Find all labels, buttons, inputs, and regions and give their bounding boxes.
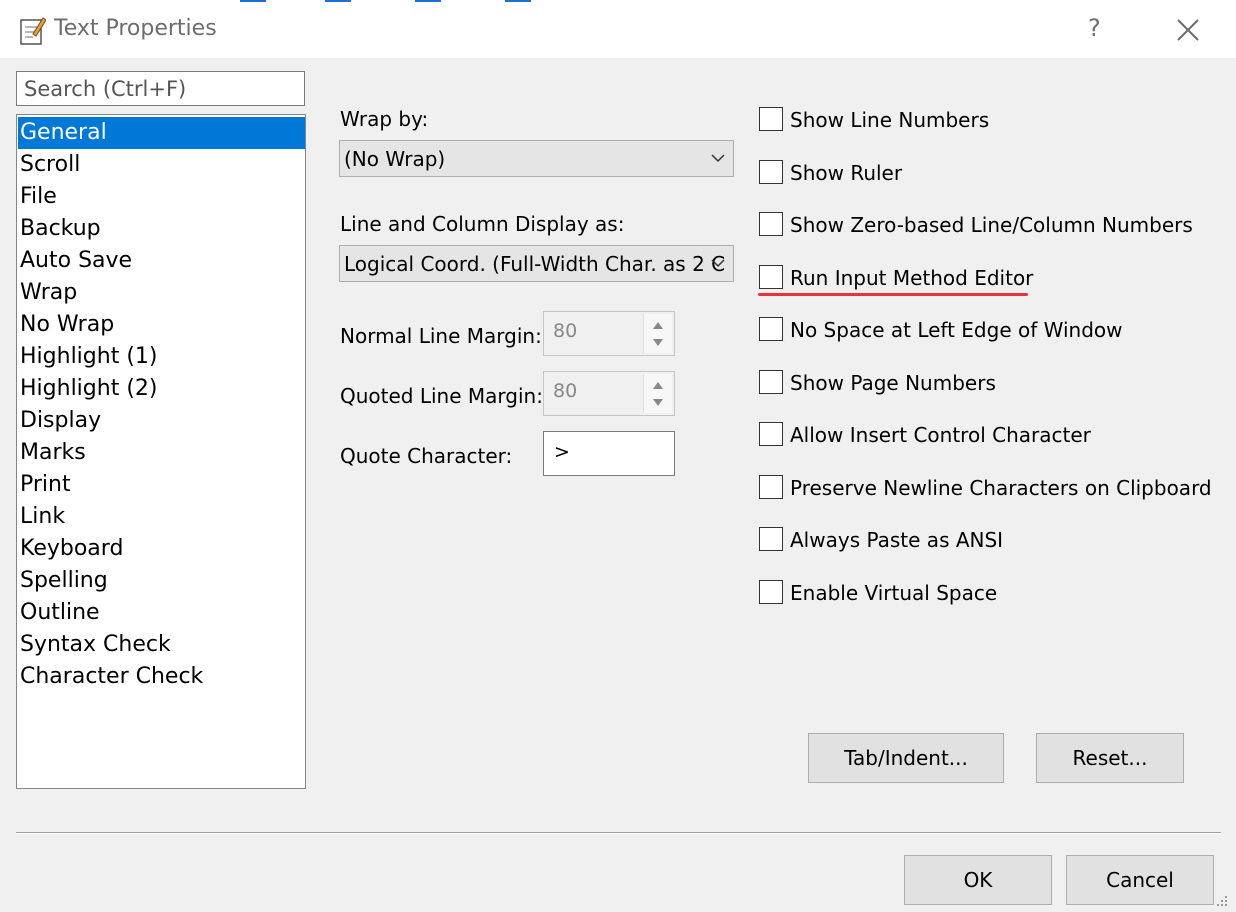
divider-highlight xyxy=(16,833,1221,834)
wrap-value: (No Wrap) xyxy=(344,147,446,171)
close-icon[interactable] xyxy=(1174,16,1202,44)
option-checkbox[interactable] xyxy=(759,160,783,184)
category-item[interactable]: Marks xyxy=(18,437,305,469)
option-label[interactable]: Preserve Newline Characters on Clipboard xyxy=(790,476,1212,500)
option-label[interactable]: Allow Insert Control Character xyxy=(790,423,1091,447)
chevron-down-icon xyxy=(711,154,725,163)
ok-button[interactable]: OK xyxy=(904,855,1052,905)
wrap-label: Wrap by: xyxy=(340,107,429,131)
help-button[interactable]: ? xyxy=(1088,14,1101,42)
quoted-margin-label: Quoted Line Margin: xyxy=(340,384,543,408)
annotation-underline xyxy=(758,293,1028,296)
top-strip xyxy=(0,0,1236,2)
category-item[interactable]: Backup xyxy=(18,213,305,245)
quote-char-input[interactable]: > xyxy=(543,431,675,476)
category-item[interactable]: Keyboard xyxy=(18,533,305,565)
line-column-dropdown[interactable]: Logical Coord. (Full-Width Char. as 2 C xyxy=(339,245,734,282)
quoted-margin-stepper[interactable]: 80 xyxy=(543,371,675,416)
option-checkbox[interactable] xyxy=(759,317,783,341)
category-item[interactable]: Auto Save xyxy=(18,245,305,277)
option-checkbox[interactable] xyxy=(759,580,783,604)
quoted-margin-value: 80 xyxy=(553,380,578,402)
chevron-down-icon xyxy=(711,259,725,268)
reset-button[interactable]: Reset... xyxy=(1036,733,1184,783)
category-item[interactable]: General xyxy=(18,117,305,149)
category-item[interactable]: Scroll xyxy=(18,149,305,181)
option-checkbox[interactable] xyxy=(759,475,783,499)
category-item[interactable]: Outline xyxy=(18,597,305,629)
option-label[interactable]: Show Ruler xyxy=(790,161,902,185)
category-item[interactable]: Highlight (2) xyxy=(18,373,305,405)
option-label[interactable]: Run Input Method Editor xyxy=(790,266,1033,290)
category-item[interactable]: Wrap xyxy=(18,277,305,309)
category-item[interactable]: Link xyxy=(18,501,305,533)
option-label[interactable]: Always Paste as ANSI xyxy=(790,528,1003,552)
notepad-icon xyxy=(20,17,46,45)
arrow-up-icon[interactable] xyxy=(653,322,663,329)
line-column-value: Logical Coord. (Full-Width Char. as 2 C xyxy=(344,252,726,276)
stepper-buttons[interactable] xyxy=(643,314,672,353)
category-item[interactable]: File xyxy=(18,181,305,213)
normal-margin-value: 80 xyxy=(553,320,578,342)
tab-indent-button[interactable]: Tab/Indent... xyxy=(808,733,1004,783)
category-item[interactable]: Character Check xyxy=(18,661,305,693)
option-label[interactable]: Show Line Numbers xyxy=(790,108,989,132)
category-item[interactable]: Spelling xyxy=(18,565,305,597)
resize-grip-icon[interactable] xyxy=(1214,893,1230,909)
stepper-buttons[interactable] xyxy=(643,374,672,413)
option-checkbox[interactable] xyxy=(759,527,783,551)
option-label[interactable]: Enable Virtual Space xyxy=(790,581,997,605)
category-list: General Scroll File Backup Auto Save Wrap No W… xyxy=(16,114,306,789)
normal-margin-label: Normal Line Margin: xyxy=(340,324,542,348)
arrow-down-icon[interactable] xyxy=(653,339,663,346)
option-label[interactable]: Show Zero-based Line/Column Numbers xyxy=(790,213,1193,237)
option-checkbox[interactable] xyxy=(759,212,783,236)
quote-char-label: Quote Character: xyxy=(340,444,513,468)
option-checkbox[interactable] xyxy=(759,422,783,446)
search-input[interactable]: Search (Ctrl+F) xyxy=(16,71,305,106)
arrow-down-icon[interactable] xyxy=(653,399,663,406)
normal-margin-stepper[interactable]: 80 xyxy=(543,311,675,356)
arrow-up-icon[interactable] xyxy=(653,382,663,389)
wrap-dropdown[interactable]: (No Wrap) xyxy=(339,140,734,177)
option-checkbox[interactable] xyxy=(759,370,783,394)
category-item[interactable]: No Wrap xyxy=(18,309,305,341)
category-item[interactable]: Highlight (1) xyxy=(18,341,305,373)
line-column-label: Line and Column Display as: xyxy=(340,212,625,236)
option-checkbox[interactable] xyxy=(759,107,783,131)
window-title: Text Properties xyxy=(54,16,217,41)
cancel-button[interactable]: Cancel xyxy=(1066,855,1214,905)
category-item[interactable]: Print xyxy=(18,469,305,501)
option-label[interactable]: No Space at Left Edge of Window xyxy=(790,318,1122,342)
option-checkbox[interactable] xyxy=(759,265,783,289)
category-item[interactable]: Syntax Check xyxy=(18,629,305,661)
category-item[interactable]: Display xyxy=(18,405,305,437)
option-label[interactable]: Show Page Numbers xyxy=(790,371,996,395)
